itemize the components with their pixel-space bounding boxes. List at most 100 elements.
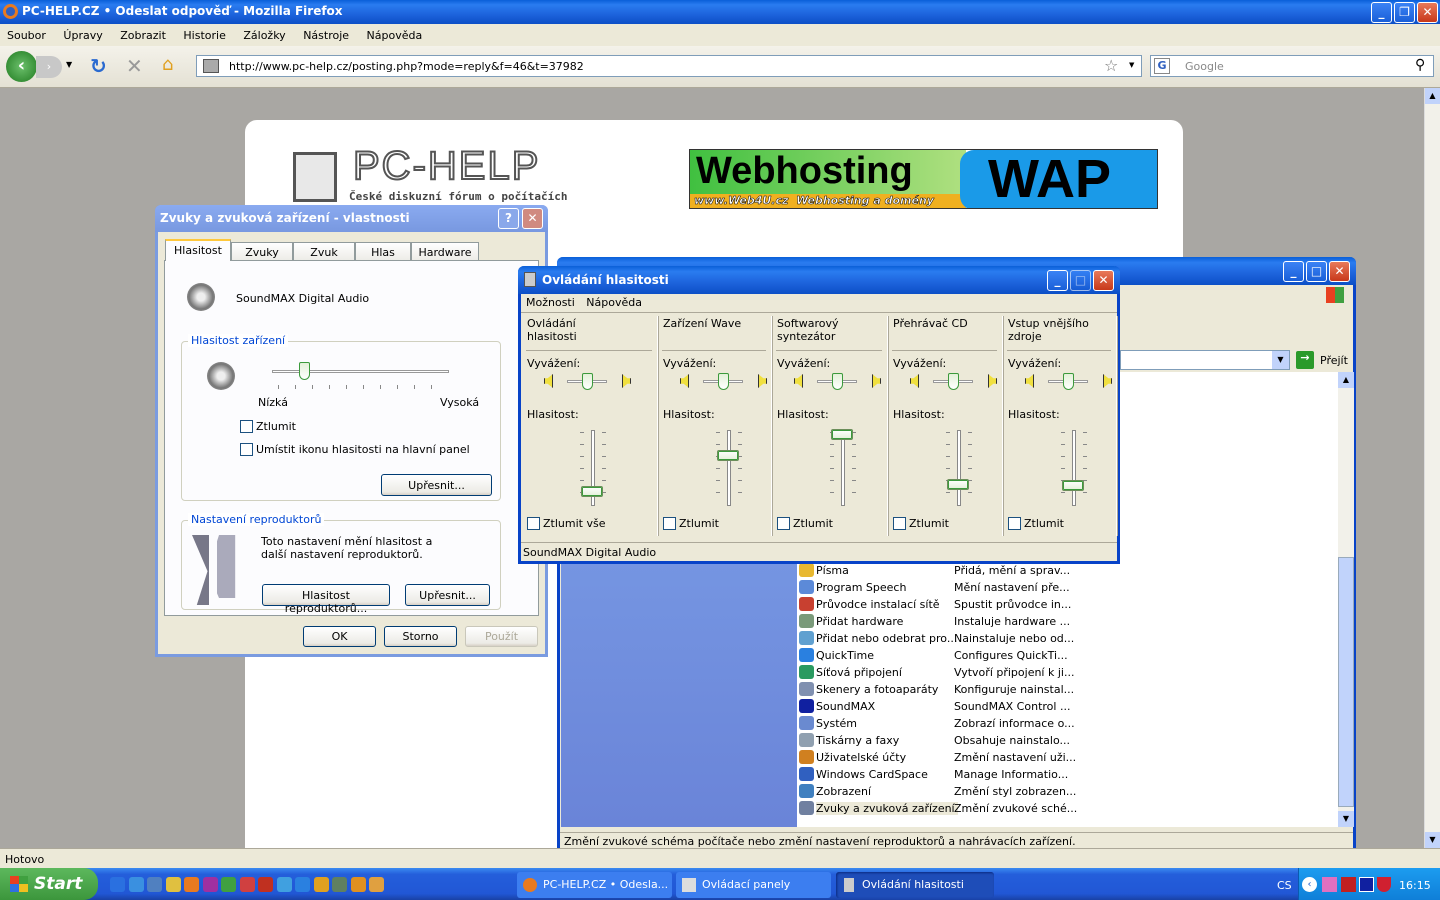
sound-dialog-close-button[interactable]: ✕ [522,208,543,229]
control-panel-item[interactable]: Přidat hardware Instaluje hardware ... [799,613,1339,630]
task-volume-mixer[interactable]: Ovládání hlasitosti [836,872,994,898]
channel-mute-checkbox[interactable] [527,517,540,530]
quick-launch-icon[interactable] [128,877,144,892]
reload-icon[interactable]: ↻ [90,54,107,78]
quick-launch-icon[interactable] [221,877,236,892]
quick-launch-icon[interactable] [369,877,384,892]
control-panel-item[interactable]: Uživatelské účty Změní nastavení uži... [799,749,1339,766]
google-icon[interactable]: G [1154,58,1170,74]
help-button[interactable]: ? [498,208,519,229]
task-firefox[interactable]: PC-HELP.CZ • Odesla... [517,872,672,898]
cp-scroll-up[interactable]: ▲ [1338,372,1354,388]
quick-launch-icon[interactable] [184,877,199,892]
channel-mute-checkbox[interactable] [663,517,676,530]
ok-button[interactable]: OK [303,626,376,647]
search-icon[interactable]: ⚲ [1415,57,1425,73]
control-panel-item[interactable]: Písma Přidá, mění a sprav... [799,562,1339,579]
history-dropdown-icon[interactable]: ▼ [66,60,72,69]
menu-napoveda[interactable]: Nápověda [367,29,423,42]
menu-napoveda-mixer[interactable]: Nápověda [586,296,642,309]
control-panel-item[interactable]: Průvodce instalací sítě Spustit průvodce… [799,596,1339,613]
channel-mute-checkbox[interactable] [1008,517,1021,530]
control-panel-item[interactable]: SoundMAX SoundMAX Control ... [799,698,1339,715]
page-scrollbar[interactable]: ▲ ▼ [1424,88,1440,848]
menu-upravy[interactable]: Úpravy [63,29,102,42]
language-indicator[interactable]: CS [1277,879,1292,892]
url-dropdown-icon[interactable]: ▼ [1129,61,1134,69]
control-panel-item[interactable]: Přidat nebo odebrat pro... Nainstaluje n… [799,630,1339,647]
tray-soundmax-icon[interactable] [1359,877,1374,892]
control-panel-item[interactable]: Systém Zobrazí informace o... [799,715,1339,732]
scroll-down-button[interactable]: ▼ [1425,832,1440,848]
balance-thumb[interactable] [948,373,959,390]
address-dropdown-icon[interactable]: ▼ [1272,351,1289,369]
mixer-close-button[interactable]: ✕ [1093,270,1114,291]
clock[interactable]: 16:15 [1399,879,1431,892]
menu-zobrazit[interactable]: Zobrazit [120,29,166,42]
quick-launch-icon[interactable] [110,877,125,892]
tray-expand-icon[interactable]: ‹ [1302,877,1317,892]
tab-0[interactable]: Hlasitost [165,239,231,261]
tray-icon-checkbox[interactable] [240,443,253,456]
control-panel-item[interactable]: Zobrazení Změní styl zobrazen... [799,783,1339,800]
control-panel-item[interactable]: Síťová připojení Vytvoří připojení k ji.… [799,664,1339,681]
volume-thumb[interactable] [717,450,739,462]
control-panel-item[interactable]: Tiskárny a faxy Obsahuje nainstalo... [799,732,1339,749]
balance-thumb[interactable] [582,373,593,390]
pc-help-logo[interactable]: PC-HELP České diskuzní fórum o počítačíc… [293,143,613,206]
restore-button[interactable]: ❐ [1394,2,1415,23]
tray-app-icon[interactable] [1322,877,1337,892]
back-button[interactable]: ‹ [6,51,37,82]
bookmark-star-icon[interactable]: ☆ [1104,56,1118,75]
minimize-button[interactable]: _ [1371,2,1392,23]
volume-thumb[interactable] [1062,480,1084,492]
control-panel-item[interactable]: Windows CardSpace Manage Informatio... [799,766,1339,783]
tray-network-icon[interactable] [1341,877,1356,892]
menu-nastroje[interactable]: Nástroje [303,29,349,42]
balance-thumb[interactable] [832,373,843,390]
balance-thumb[interactable] [718,373,729,390]
channel-mute-checkbox[interactable] [777,517,790,530]
mute-checkbox[interactable] [240,420,253,433]
tab-3[interactable]: Hlas [355,242,411,261]
volume-slider[interactable] [727,430,731,506]
quick-launch-icon[interactable] [147,877,162,892]
menu-zalozky[interactable]: Záložky [243,29,285,42]
speaker-advanced-button[interactable]: Upřesnit... [405,584,490,606]
volume-slider[interactable] [1072,430,1076,506]
webhosting-banner[interactable]: Webhosting www.Web4U.cz Webhosting a dom… [689,149,1158,209]
device-volume-thumb[interactable] [298,362,310,380]
quick-launch-icon[interactable] [165,877,181,892]
quick-launch-icon[interactable] [295,877,310,892]
control-panel-item[interactable]: Skenery a fotoaparáty Konfiguruje nainst… [799,681,1339,698]
control-panel-item[interactable]: Program Speech Mění nastavení pře... [799,579,1339,596]
balance-thumb[interactable] [1063,373,1074,390]
quick-launch-icon[interactable] [350,877,366,892]
menu-moznosti[interactable]: Možnosti [526,296,575,309]
menu-historie[interactable]: Historie [183,29,225,42]
volume-thumb[interactable] [581,485,603,497]
tab-4[interactable]: Hardware [411,242,479,261]
control-panel-item[interactable]: Zvuky a zvuková zařízení Změní zvukové s… [799,800,1339,817]
cp-scroll-thumb[interactable] [1338,557,1354,807]
search-input[interactable]: G Google ⚲ [1150,55,1434,77]
address-combo[interactable]: ▼ [1120,350,1290,370]
start-button[interactable]: Start [0,868,98,900]
cp-close-button[interactable]: ✕ [1329,261,1350,282]
stop-icon[interactable]: ✕ [126,54,143,78]
volume-slider[interactable] [841,430,845,506]
control-panel-item[interactable]: QuickTime Configures QuickTi... [799,647,1339,664]
speaker-volume-button[interactable]: Hlasitost reproduktorů... [262,584,390,615]
url-input[interactable]: http://www.pc-help.cz/posting.php?mode=r… [196,55,1142,77]
cp-scroll-down[interactable]: ▼ [1338,811,1354,827]
tab-2[interactable]: Zvuk [293,242,355,261]
quick-launch-icon[interactable] [239,877,255,892]
scroll-up-button[interactable]: ▲ [1425,88,1440,104]
cp-list-scrollbar[interactable]: ▲ ▼ [1338,372,1354,827]
forward-button[interactable]: › [36,56,62,78]
menu-soubor[interactable]: Soubor [7,29,46,42]
cancel-button[interactable]: Storno [384,626,457,647]
quick-launch-icon[interactable] [313,877,329,892]
cp-minimize-button[interactable]: _ [1283,261,1304,282]
close-button[interactable]: ✕ [1417,2,1438,23]
